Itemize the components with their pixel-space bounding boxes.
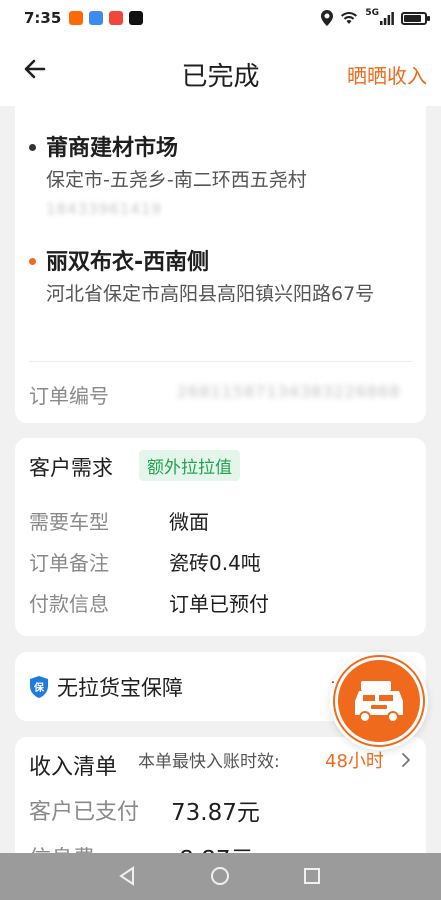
home-nav-icon[interactable] [210,866,230,886]
signal-icon [380,11,394,25]
income-title: 收入清单 [29,755,118,780]
system-nav-bar [0,853,441,900]
dropoff-address: 河北省保定市高阳县高阳镇兴阳路67号 [46,283,375,305]
extra-tag: 额外拉拉值 [139,450,240,481]
order-note-row: 订单备注 瓷砖0.4吨 [29,547,412,577]
order-number-label: 订单编号 [29,384,109,408]
vehicle-type-row: 需要车型 微面 [29,506,412,536]
status-bar: 7:35 5G [0,0,441,36]
status-time: 7:35 [24,9,62,27]
dropoff-stop[interactable]: 丽双布衣-西南侧 河北省保定市高阳县高阳镇兴阳路67号 [29,244,412,344]
paid-value: 73.87元 [171,800,260,826]
dropoff-name: 丽双布衣-西南侧 [46,250,210,275]
svg-text:保: 保 [33,681,45,694]
battery-icon [401,11,430,25]
pickup-phone: 18433961419 [46,200,162,218]
wifi-icon [341,11,358,24]
customer-demand-card: 客户需求 额外拉拉值 需要车型 微面 订单备注 瓷砖0.4吨 付款信息 订单已预… [15,438,426,636]
network-label: 5G [365,8,379,18]
income-hours[interactable]: 48小时 [325,747,384,773]
divider [29,361,412,362]
pickup-stop[interactable]: 莆商建材市场 保定市-五尧乡-南二环西五尧村 18433961419 [29,130,412,230]
pickup-address: 保定市-五尧乡-南二环西五尧村 [46,169,307,191]
info-label: 需要车型 [29,510,109,534]
share-income-button[interactable]: 晒晒收入 [347,60,427,89]
dropoff-dot [29,258,36,265]
pickup-name: 莆商建材市场 [46,136,179,161]
taobao-icon [69,11,84,25]
info-value: 瓷砖0.4吨 [169,551,261,575]
info-label: 付款信息 [29,592,109,616]
shield-icon: 保 [30,676,48,698]
income-note: 本单最快入账时效: [138,752,280,772]
recents-nav-icon[interactable] [303,867,321,885]
storage-icon [89,11,104,25]
demand-title: 客户需求 [29,456,113,480]
payment-info-row: 付款信息 订单已预付 [29,588,412,618]
info-label: 订单备注 [29,551,109,575]
truck-icon [355,681,403,723]
order-number-value[interactable]: 26811587134383226868 [177,382,401,401]
guarantee-label: 无拉货宝保障 [57,676,183,700]
header: 已完成 晒晒收入 [0,36,441,106]
route-card: 莆商建材市场 保定市-五尧乡-南二环西五尧村 18433961419 丽双布衣-… [15,100,426,423]
fab-inner [335,657,423,745]
tiktok-icon [129,11,144,25]
pickup-dot [29,144,36,151]
info-value: 微面 [169,510,209,534]
info-value: 订单已预付 [169,592,269,616]
paid-label: 客户已支付 [29,800,140,825]
gallery-icon [109,11,124,25]
floating-truck-button[interactable] [330,652,428,750]
back-nav-icon[interactable] [118,866,136,886]
chevron-right-icon[interactable] [401,753,411,767]
location-icon [321,10,334,26]
